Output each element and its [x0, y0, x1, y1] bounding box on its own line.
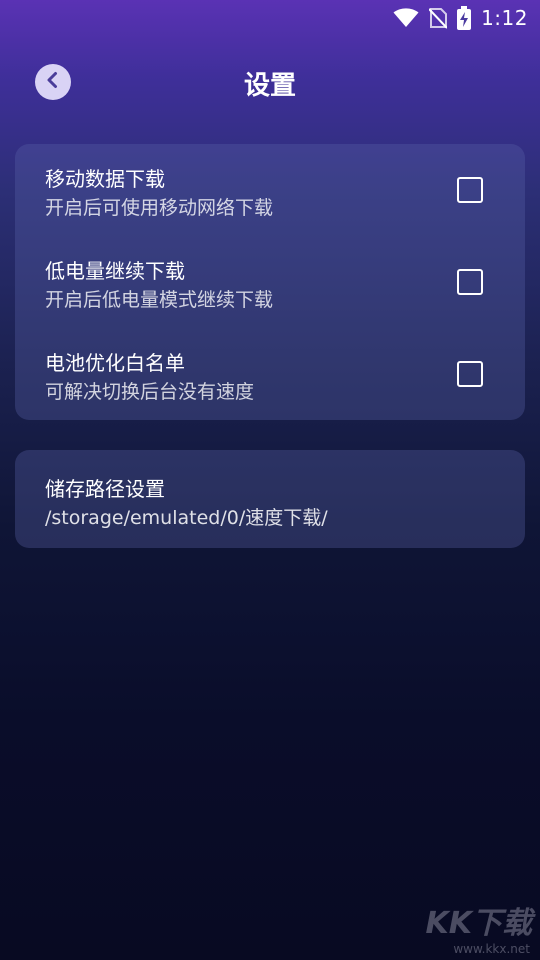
setting-subtitle: 开启后低电量模式继续下载	[45, 289, 274, 311]
status-bar: 1:12	[0, 0, 540, 36]
no-sim-icon	[429, 7, 448, 29]
low-battery-checkbox[interactable]	[457, 269, 483, 295]
watermark: KK下载 www.kkx.net	[416, 898, 536, 958]
setting-subtitle: 开启后可使用移动网络下载	[45, 197, 274, 219]
battery-whitelist-checkbox[interactable]	[457, 361, 483, 387]
storage-path-card[interactable]: 储存路径设置 /storage/emulated/0/速度下载/	[15, 450, 525, 548]
header: 设置	[0, 52, 540, 114]
battery-charging-icon	[457, 6, 472, 30]
setting-title: 低电量继续下载	[45, 259, 185, 283]
setting-subtitle: 可解决切换后台没有速度	[45, 381, 255, 403]
watermark-logo: KK下载	[425, 906, 533, 941]
storage-path: /storage/emulated/0/速度下载/	[45, 507, 328, 529]
status-time: 1:12	[481, 6, 528, 30]
wifi-icon	[393, 8, 419, 28]
status-icons: 1:12	[393, 6, 528, 30]
mobile-data-checkbox[interactable]	[457, 177, 483, 203]
page-title: 设置	[243, 71, 296, 101]
setting-battery-whitelist[interactable]: 电池优化白名单 可解决切换后台没有速度	[15, 328, 525, 420]
settings-card: 移动数据下载 开启后可使用移动网络下载 低电量继续下载 开启后低电量模式继续下载…	[15, 144, 525, 420]
setting-title: 电池优化白名单	[45, 351, 185, 375]
setting-title: 移动数据下载	[45, 167, 165, 191]
setting-low-battery-download[interactable]: 低电量继续下载 开启后低电量模式继续下载	[15, 236, 525, 328]
watermark-url: www.kkx.net	[453, 942, 530, 956]
setting-mobile-data-download[interactable]: 移动数据下载 开启后可使用移动网络下载	[15, 144, 525, 236]
storage-title: 储存路径设置	[45, 477, 165, 501]
